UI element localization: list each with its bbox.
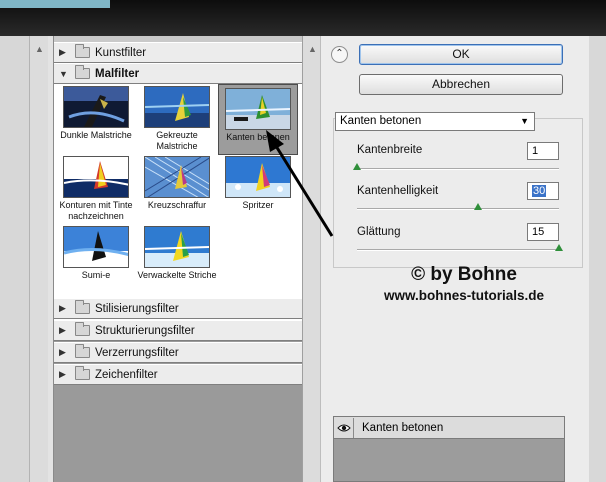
dropdown-arrow-icon[interactable]: ▼ <box>520 113 529 130</box>
param-label-kantenhelligkeit: Kantenhelligkeit <box>357 185 439 197</box>
folder-icon <box>75 300 90 314</box>
param-label-glaettung: Glättung <box>357 226 401 238</box>
gallery-scrollbar[interactable]: ▲ <box>302 36 320 482</box>
category-label: Malfilter <box>95 67 140 80</box>
scroll-up-icon[interactable]: ▲ <box>308 44 317 54</box>
thumbnail-label: Verwackelte Striche <box>137 270 217 280</box>
thumbnail-label: Kanten betonen <box>226 132 290 142</box>
kantenbreite-slider-knob[interactable] <box>353 163 361 170</box>
eye-icon[interactable] <box>334 417 354 438</box>
category-malfilter[interactable]: ▼ Malfilter <box>54 63 302 84</box>
window-top-strip <box>0 0 606 36</box>
thumbnail-image <box>225 156 291 198</box>
thumbnail-label: Konturen mit Tinte nachzeichnen <box>59 200 133 221</box>
watermark-line2: www.bohnes-tutorials.de <box>383 288 544 303</box>
kantenbreite-slider[interactable] <box>357 168 559 170</box>
thumb-spritzer[interactable]: Spritzer <box>218 156 298 211</box>
thumb-konturen-mit-tinte[interactable]: Konturen mit Tinte nachzeichnen <box>56 156 136 222</box>
scroll-up-icon[interactable]: ▲ <box>35 44 44 54</box>
folder-icon <box>75 44 90 58</box>
thumbnail-label: Kreuzschraffur <box>147 200 207 210</box>
thumbnail-label: Spritzer <box>242 200 274 210</box>
thumbnail-image <box>63 156 129 198</box>
thumbnail-image <box>63 226 129 268</box>
expand-arrow-icon[interactable]: ▶ <box>59 369 71 380</box>
thumbnail-image <box>63 86 129 128</box>
folder-icon <box>75 322 90 336</box>
thumb-gekreuzte-malstriche[interactable]: Gekreuzte Malstriche <box>137 86 217 152</box>
thumb-sumi-e[interactable]: Sumi-e <box>56 226 136 281</box>
folder-open-icon <box>75 65 90 79</box>
glaettung-input[interactable]: 15 <box>527 223 559 241</box>
settings-panel: ⌃ OK Abbrechen Kanten betonen ▼ Kantenbr… <box>320 36 606 482</box>
collapse-gallery-button[interactable]: ⌃ <box>331 46 348 63</box>
ok-button[interactable]: OK <box>359 44 563 65</box>
glaettung-slider-knob[interactable] <box>555 244 563 251</box>
filter-gallery: ▶ Kunstfilter ▼ Malfilter Dunkle Malstri… <box>54 42 302 482</box>
folder-icon <box>75 344 90 358</box>
thumbnail-label: Sumi-e <box>81 270 111 280</box>
category-label: Kunstfilter <box>95 46 147 59</box>
effect-layer-row[interactable]: Kanten betonen <box>334 417 564 439</box>
category-stilisierungsfilter[interactable]: ▶ Stilisierungsfilter <box>54 298 302 319</box>
kantenhelligkeit-input[interactable]: 30 <box>527 182 559 200</box>
thumbnail-image <box>225 88 291 130</box>
cancel-button[interactable]: Abbrechen <box>359 74 563 95</box>
kantenhelligkeit-slider[interactable] <box>357 208 559 210</box>
kantenbreite-input[interactable]: 1 <box>527 142 559 160</box>
category-label: Strukturierungsfilter <box>95 324 195 337</box>
filter-select[interactable]: Kanten betonen ▼ <box>335 112 535 131</box>
expand-arrow-icon[interactable]: ▶ <box>59 347 71 358</box>
thumbnail-label: Dunkle Malstriche <box>60 130 132 140</box>
title-accent <box>0 0 110 8</box>
category-label: Zeichenfilter <box>95 368 158 381</box>
kantenhelligkeit-value: 30 <box>532 185 547 197</box>
expand-arrow-icon[interactable]: ▶ <box>59 47 71 58</box>
kantenhelligkeit-slider-knob[interactable] <box>474 203 483 210</box>
category-strukturierungsfilter[interactable]: ▶ Strukturierungsfilter <box>54 320 302 341</box>
thumb-kanten-betonen[interactable]: Kanten betonen <box>218 84 298 155</box>
effect-layers-panel: Kanten betonen <box>333 416 565 482</box>
thumb-verwackelte-striche[interactable]: Verwackelte Striche <box>137 226 217 281</box>
thumbnail-image <box>144 226 210 268</box>
category-label: Stilisierungsfilter <box>95 302 179 315</box>
thumb-kreuzschraffur[interactable]: Kreuzschraffur <box>137 156 217 211</box>
collapse-arrow-icon[interactable]: ▼ <box>59 69 71 79</box>
filter-select-value: Kanten betonen <box>340 115 422 127</box>
preview-panel: ▲ <box>0 36 54 482</box>
category-zeichenfilter[interactable]: ▶ Zeichenfilter <box>54 364 302 385</box>
thumbnail-image <box>144 86 210 128</box>
glaettung-slider[interactable] <box>357 249 559 251</box>
category-label: Verzerrungsfilter <box>95 346 179 359</box>
thumbnail-image <box>144 156 210 198</box>
expand-arrow-icon[interactable]: ▶ <box>59 325 71 336</box>
preview-scrollbar[interactable]: ▲ <box>30 36 48 482</box>
thumbnail-label: Gekreuzte Malstriche <box>156 130 198 151</box>
effect-layer-name: Kanten betonen <box>362 421 444 434</box>
watermark-line1: © by Bohne <box>411 264 517 285</box>
category-kunstfilter[interactable]: ▶ Kunstfilter <box>54 42 302 63</box>
category-verzerrungsfilter[interactable]: ▶ Verzerrungsfilter <box>54 342 302 363</box>
preview-canvas <box>0 36 30 482</box>
panel-scrollbar[interactable] <box>589 36 606 482</box>
expand-arrow-icon[interactable]: ▶ <box>59 303 71 314</box>
folder-icon <box>75 366 90 380</box>
thumb-dunkle-malstriche[interactable]: Dunkle Malstriche <box>56 86 136 141</box>
param-label-kantenbreite: Kantenbreite <box>357 144 423 156</box>
